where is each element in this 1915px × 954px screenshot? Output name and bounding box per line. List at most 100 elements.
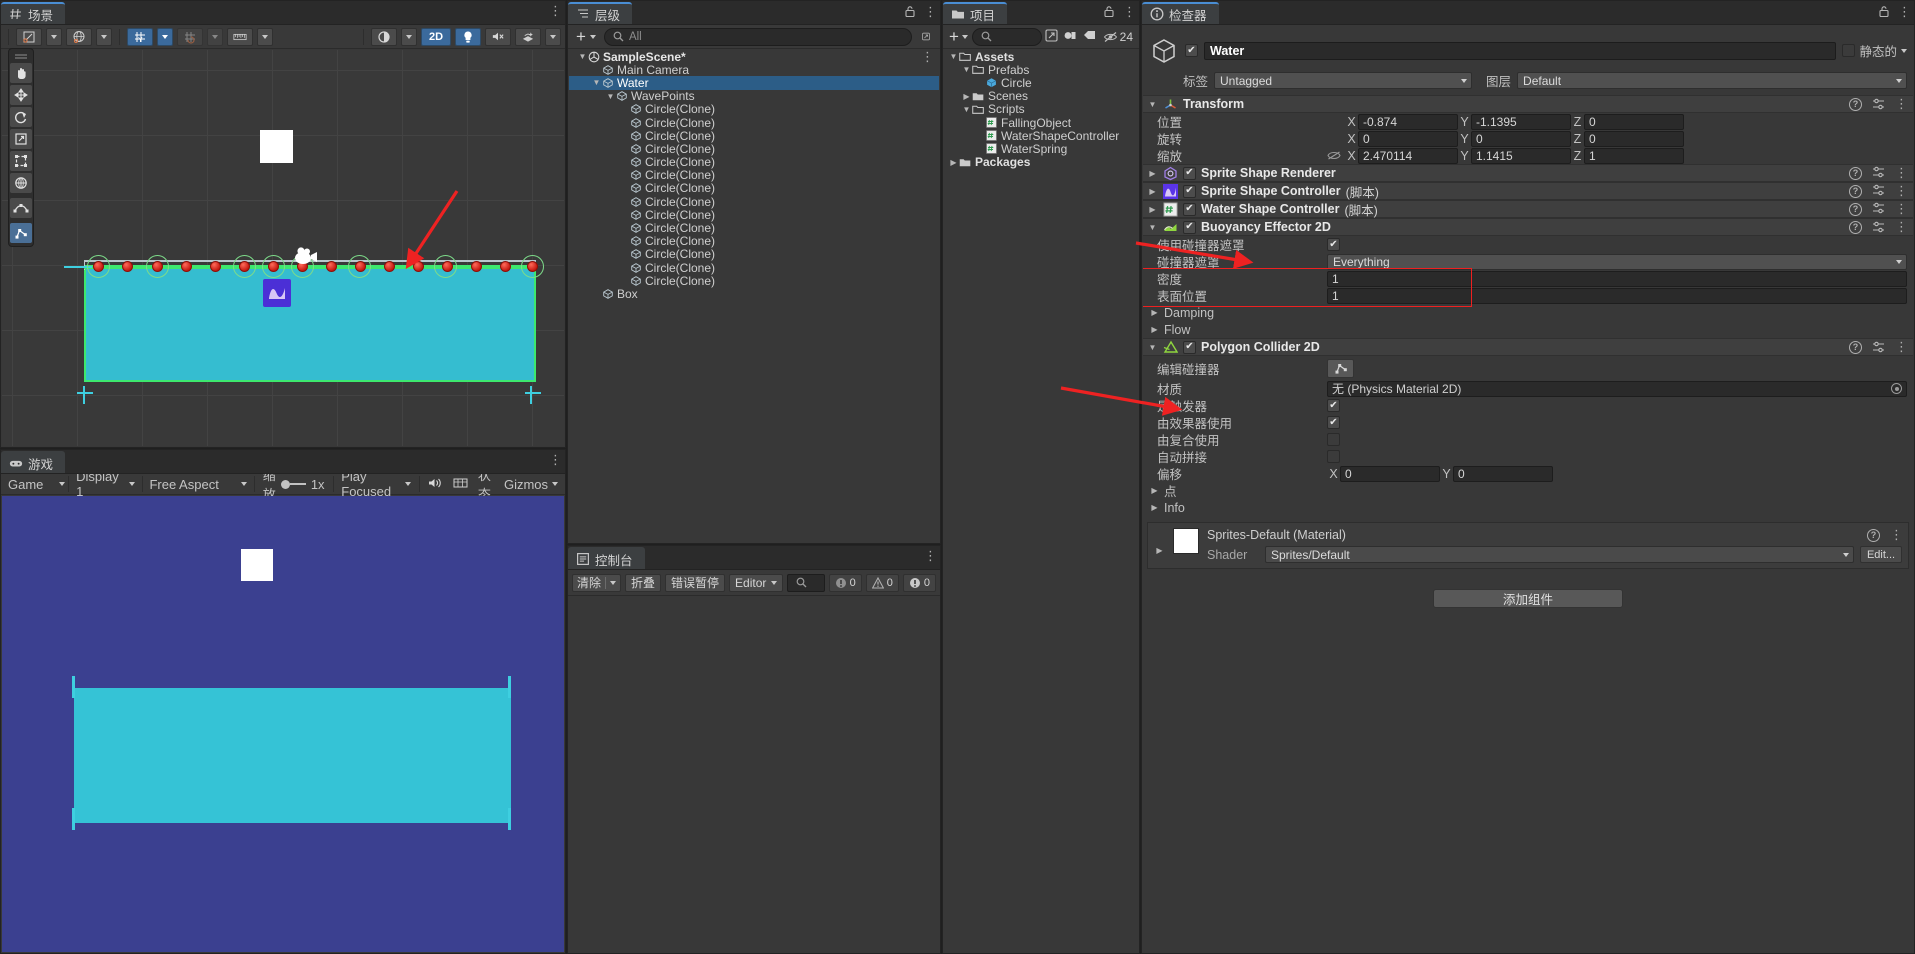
- shader-edit-button[interactable]: Edit...: [1860, 546, 1902, 563]
- shader-dropdown[interactable]: Sprites/Default: [1265, 546, 1854, 563]
- project-label-filter-button[interactable]: [1081, 29, 1099, 44]
- custom-editor-tool-button[interactable]: [10, 198, 32, 218]
- hierarchy-row[interactable]: Circle(Clone): [569, 129, 939, 142]
- project-row[interactable]: ▶Packages: [944, 156, 1138, 169]
- sprite-shape-gizmo-icon[interactable]: [263, 279, 291, 307]
- wave-point-dot[interactable]: [527, 261, 538, 272]
- buoyancy-checkbox[interactable]: ✔: [1327, 238, 1340, 251]
- transform-位置-y-field[interactable]: -1.1395: [1471, 114, 1571, 130]
- wave-point-dot[interactable]: [181, 261, 192, 272]
- transform-旋转-x-field[interactable]: 0: [1358, 131, 1458, 147]
- project-type-filter-button[interactable]: [1061, 29, 1079, 45]
- twisty[interactable]: ▼: [591, 78, 602, 87]
- project-row[interactable]: WaterShapeController: [944, 129, 1138, 142]
- wave-point-dot[interactable]: [355, 261, 366, 272]
- hidden-packages-button[interactable]: 24: [1101, 30, 1135, 44]
- component-header-transform[interactable]: ▼ Transform ? ⋮: [1143, 95, 1913, 113]
- wave-point-dot[interactable]: [93, 261, 104, 272]
- grid-snap-dropdown[interactable]: [157, 28, 173, 46]
- wave-point-dot[interactable]: [152, 261, 163, 272]
- transform-handle-bottom-right[interactable]: [530, 386, 532, 404]
- error-count-toggle[interactable]: 0: [903, 574, 936, 592]
- buoyancy-number-field[interactable]: 1: [1327, 288, 1907, 304]
- polygon-checkbox[interactable]: ✔: [1327, 399, 1340, 412]
- wave-point-dot[interactable]: [471, 261, 482, 272]
- hierarchy-row[interactable]: Circle(Clone): [569, 274, 939, 287]
- wave-point-dot[interactable]: [384, 261, 395, 272]
- static-checkbox[interactable]: ✔: [1842, 44, 1855, 57]
- grid-snap-button[interactable]: Y: [127, 28, 153, 46]
- help-icon[interactable]: ?: [1849, 221, 1862, 234]
- collapse-button[interactable]: 折叠: [625, 574, 661, 592]
- tab-hierarchy[interactable]: 层级: [568, 2, 632, 24]
- foldout-arrow-icon[interactable]: ▶: [1149, 503, 1160, 512]
- hierarchy-row-menu-icon[interactable]: ⋮: [921, 51, 933, 63]
- falling-box-object[interactable]: [260, 130, 293, 163]
- hierarchy-row[interactable]: ▼Water: [569, 76, 939, 89]
- add-component-button[interactable]: 添加组件: [1433, 589, 1623, 608]
- handle-space-button[interactable]: [66, 28, 92, 46]
- hierarchy-row[interactable]: Circle(Clone): [569, 195, 939, 208]
- game-menu-icon[interactable]: ⋮: [549, 454, 561, 466]
- wave-point-dot[interactable]: [442, 261, 453, 272]
- console-editor-dropdown[interactable]: Editor: [729, 574, 783, 592]
- static-dropdown-icon[interactable]: [1901, 49, 1907, 53]
- polygon-object-field[interactable]: 无 (Physics Material 2D): [1327, 381, 1907, 397]
- foldout-arrow-icon[interactable]: ▶: [1149, 308, 1160, 317]
- create-asset-button[interactable]: +: [947, 30, 970, 44]
- inspector-content[interactable]: ✔ Water ✔ 静态的 标签 Untagged 图层 Default: [1143, 26, 1913, 952]
- help-icon[interactable]: ?: [1849, 98, 1862, 111]
- component-header-sprite-shape-controller[interactable]: ▶✔Sprite Shape Controller(脚本)?⋮: [1143, 182, 1913, 200]
- hierarchy-row[interactable]: Circle(Clone): [569, 182, 939, 195]
- transform-缩放-x-field[interactable]: 2.470114: [1358, 148, 1458, 164]
- hierarchy-row[interactable]: Circle(Clone): [569, 248, 939, 261]
- twisty[interactable]: ▼: [961, 105, 972, 114]
- hierarchy-row[interactable]: Circle(Clone): [569, 156, 939, 169]
- lock-icon[interactable]: [1103, 5, 1115, 18]
- hierarchy-row[interactable]: Box: [569, 287, 939, 300]
- clear-console-button[interactable]: 清除: [572, 574, 621, 592]
- preset-icon[interactable]: [1872, 221, 1885, 233]
- rotate-tool-button[interactable]: [10, 107, 32, 127]
- twisty[interactable]: ▶: [948, 158, 959, 167]
- audio-toggle[interactable]: [485, 28, 511, 46]
- gizmos-dropdown[interactable]: Gizmos: [501, 477, 561, 492]
- hierarchy-row[interactable]: Main Camera: [569, 63, 939, 76]
- hierarchy-menu-icon[interactable]: ⋮: [924, 6, 936, 18]
- scene-viewport[interactable]: [2, 50, 564, 446]
- collider-edit-tool-button[interactable]: [10, 223, 32, 243]
- wave-point-dot[interactable]: [268, 261, 279, 272]
- edit-collider-button[interactable]: [1327, 359, 1354, 378]
- foldout-arrow-icon[interactable]: ▶: [1149, 325, 1160, 334]
- preset-icon[interactable]: [1872, 341, 1885, 353]
- two-d-toggle[interactable]: 2D: [421, 28, 451, 46]
- water-sprite-shape[interactable]: [84, 265, 536, 382]
- tools-drag-handle[interactable]: [10, 52, 32, 61]
- wave-point-dot[interactable]: [326, 261, 337, 272]
- inspector-menu-icon[interactable]: ⋮: [1898, 6, 1910, 18]
- component-foldout-icon[interactable]: ▶: [1147, 187, 1158, 196]
- object-picker-icon[interactable]: [1891, 383, 1902, 394]
- component-header-buoyancy-effector-2d[interactable]: ▼ ✔Buoyancy Effector 2D ? ⋮: [1143, 218, 1913, 236]
- preset-icon[interactable]: [1872, 184, 1885, 199]
- hierarchy-row[interactable]: Circle(Clone): [569, 169, 939, 182]
- buoyancy-enabled-checkbox[interactable]: ✔: [1183, 221, 1196, 234]
- tab-project[interactable]: 项目: [943, 2, 1007, 24]
- console-search-input[interactable]: [787, 574, 824, 592]
- foldout-arrow-icon[interactable]: ▶: [1149, 486, 1160, 495]
- tab-scene[interactable]: 场景: [1, 2, 65, 24]
- tab-inspector[interactable]: 检查器: [1142, 2, 1219, 24]
- hierarchy-row[interactable]: ▼WavePoints: [569, 90, 939, 103]
- tab-game[interactable]: 游戏: [1, 451, 65, 473]
- component-header-water-shape-controller[interactable]: ▶✔Water Shape Controller(脚本)?⋮: [1143, 200, 1913, 218]
- transform-位置-x-field[interactable]: -0.874: [1358, 114, 1458, 130]
- effects-button[interactable]: [515, 28, 541, 46]
- help-icon[interactable]: ?: [1867, 529, 1880, 542]
- magnet-snap-dropdown[interactable]: [207, 28, 223, 46]
- preset-icon[interactable]: [1872, 166, 1885, 181]
- component-foldout-icon[interactable]: ▶: [1147, 169, 1158, 178]
- scene-menu-icon[interactable]: ⋮: [549, 5, 561, 17]
- transform-tool-dropdown[interactable]: [46, 28, 62, 46]
- twisty[interactable]: ▼: [961, 65, 972, 74]
- transform-handle-bl-h[interactable]: [77, 392, 93, 394]
